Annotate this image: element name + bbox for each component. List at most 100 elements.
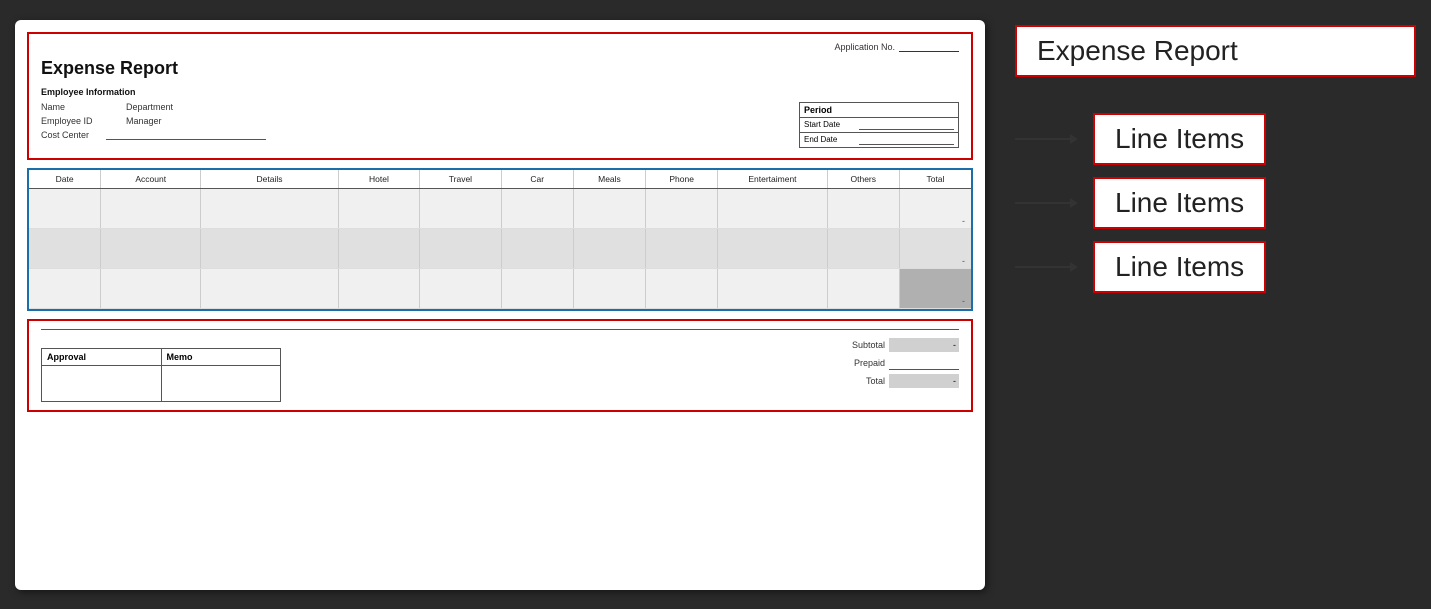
start-date-value[interactable] xyxy=(859,120,954,130)
line-items-annotation-3: Line Items xyxy=(1015,241,1416,293)
cell[interactable] xyxy=(201,229,338,268)
costcenter-label: Cost Center xyxy=(41,130,106,140)
cell[interactable] xyxy=(339,229,421,268)
cell[interactable] xyxy=(574,189,646,228)
start-date-label: Start Date xyxy=(804,120,859,129)
col-meals: Meals xyxy=(574,170,646,188)
subtotal-label: Subtotal xyxy=(799,340,889,350)
col-entertainment: Entertaiment xyxy=(718,170,827,188)
table-row: - xyxy=(29,269,971,309)
costcenter-underline[interactable] xyxy=(106,130,266,140)
cell[interactable] xyxy=(339,269,421,308)
cell[interactable] xyxy=(646,189,718,228)
total-value: - xyxy=(889,374,959,388)
cell[interactable] xyxy=(420,189,502,228)
prepaid-value[interactable] xyxy=(889,356,959,370)
cell[interactable] xyxy=(502,269,574,308)
cell[interactable] xyxy=(646,269,718,308)
cell[interactable] xyxy=(828,269,900,308)
arrow-3 xyxy=(1015,262,1078,272)
approval-table: Approval Memo xyxy=(41,348,281,402)
title-annotation: Expense Report xyxy=(1015,25,1416,95)
prepaid-label: Prepaid xyxy=(799,358,889,368)
cell[interactable] xyxy=(29,229,101,268)
col-phone: Phone xyxy=(646,170,718,188)
cell[interactable] xyxy=(29,189,101,228)
cell[interactable] xyxy=(101,229,201,268)
empid-field: Employee ID xyxy=(41,116,106,126)
line-items-label-3: Line Items xyxy=(1115,251,1244,282)
cell[interactable] xyxy=(574,269,646,308)
name-dept-row: Name Department xyxy=(41,102,779,116)
line-items-box-1: Line Items xyxy=(1093,113,1266,165)
col-travel: Travel xyxy=(420,170,502,188)
cell[interactable] xyxy=(101,269,201,308)
app-no-box[interactable] xyxy=(899,42,959,52)
cell[interactable] xyxy=(201,269,338,308)
cell[interactable] xyxy=(201,189,338,228)
name-field: Name xyxy=(41,102,106,112)
employee-info-label: Employee Information xyxy=(41,87,959,97)
prepaid-row: Prepaid xyxy=(799,356,959,370)
name-label: Name xyxy=(41,102,106,112)
end-date-label: End Date xyxy=(804,135,859,144)
cell[interactable]: - xyxy=(900,269,971,308)
manager-field: Manager xyxy=(126,116,191,126)
arrow-head-2 xyxy=(1070,198,1078,208)
dept-label: Department xyxy=(126,102,191,112)
total-row: Total - xyxy=(799,374,959,388)
memo-col-header: Memo xyxy=(162,349,281,365)
empid-label: Employee ID xyxy=(41,116,106,126)
col-account: Account xyxy=(101,170,201,188)
expense-report-annotation-box: Expense Report xyxy=(1015,25,1416,77)
cell[interactable] xyxy=(718,229,827,268)
col-hotel: Hotel xyxy=(339,170,421,188)
line-items-label-1: Line Items xyxy=(1115,123,1244,154)
cell[interactable] xyxy=(502,189,574,228)
cell[interactable] xyxy=(502,229,574,268)
col-car: Car xyxy=(502,170,574,188)
footer-section: Approval Memo Subtotal - xyxy=(27,319,973,412)
line-items-box-2: Line Items xyxy=(1093,177,1266,229)
app-no-label: Application No. xyxy=(834,42,895,52)
total-label: Total xyxy=(799,376,889,386)
cell[interactable] xyxy=(828,229,900,268)
cell[interactable] xyxy=(646,229,718,268)
form-document: Application No. Expense Report Employee … xyxy=(15,20,985,590)
table-body: - - xyxy=(29,189,971,309)
cell[interactable] xyxy=(574,229,646,268)
period-label: Period xyxy=(800,103,958,118)
approval-body-row xyxy=(42,366,280,401)
start-date-row: Start Date xyxy=(800,118,958,133)
cell[interactable] xyxy=(420,269,502,308)
approval-header-row: Approval Memo xyxy=(42,349,280,366)
memo-cell[interactable] xyxy=(162,366,281,401)
period-box: Period Start Date End Date xyxy=(799,102,959,148)
cell[interactable] xyxy=(101,189,201,228)
col-total: Total xyxy=(900,170,971,188)
cell[interactable]: - xyxy=(900,229,971,268)
main-container: Application No. Expense Report Employee … xyxy=(15,20,1416,590)
footer-right: Subtotal - Prepaid Total - xyxy=(799,338,959,402)
arrow-1 xyxy=(1015,134,1078,144)
cell[interactable] xyxy=(339,189,421,228)
costcenter-field: Cost Center xyxy=(41,130,779,140)
arrow-line-1 xyxy=(1015,138,1070,140)
end-date-row: End Date xyxy=(800,133,958,147)
approval-cell[interactable] xyxy=(42,366,162,401)
cell[interactable] xyxy=(420,229,502,268)
footer-divider xyxy=(41,329,959,330)
period-section: Period Start Date End Date xyxy=(799,102,959,148)
end-date-value[interactable] xyxy=(859,135,954,145)
cell[interactable] xyxy=(718,269,827,308)
expense-report-annotation-label: Expense Report xyxy=(1037,35,1238,66)
cell[interactable] xyxy=(828,189,900,228)
arrow-head-3 xyxy=(1070,262,1078,272)
cell[interactable] xyxy=(29,269,101,308)
cell[interactable]: - xyxy=(900,189,971,228)
manager-label: Manager xyxy=(126,116,191,126)
cell[interactable] xyxy=(718,189,827,228)
annotations-panel: Expense Report Line Items Lin xyxy=(1015,20,1416,305)
subtotal-value: - xyxy=(889,338,959,352)
table-row: - xyxy=(29,189,971,229)
